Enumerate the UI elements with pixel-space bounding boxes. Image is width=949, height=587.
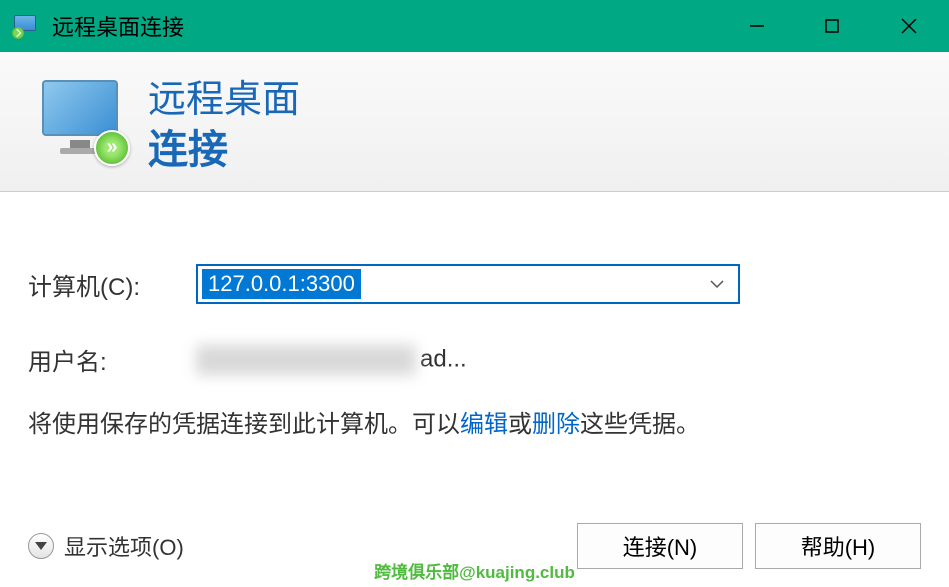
username-label: 用户名: xyxy=(28,342,196,377)
username-row: 用户名: ad... xyxy=(28,342,921,377)
header-title-line2: 连接 xyxy=(148,117,300,175)
chevron-down-circle-icon xyxy=(28,533,54,559)
maximize-button[interactable] xyxy=(794,0,869,52)
credentials-description: 将使用保存的凭据连接到此计算机。可以编辑或删除这些凭据。 xyxy=(28,407,921,443)
watermark-text: 跨境俱乐部@kuajing.club xyxy=(374,558,575,583)
window-title: 远程桌面连接 xyxy=(52,10,719,42)
edit-credentials-link[interactable]: 编辑 xyxy=(460,411,508,438)
computer-label: 计算机(C): xyxy=(28,267,196,302)
header-banner: » 远程桌面 连接 xyxy=(0,52,949,192)
computer-combobox[interactable]: 127.0.0.1:3300 xyxy=(196,264,740,304)
titlebar: 远程桌面连接 xyxy=(0,0,949,52)
help-button[interactable]: 帮助(H) xyxy=(755,523,921,569)
computer-row: 计算机(C): 127.0.0.1:3300 xyxy=(28,264,921,304)
header-title-line1: 远程桌面 xyxy=(148,68,300,123)
delete-credentials-link[interactable]: 删除 xyxy=(532,411,580,438)
content-area: 计算机(C): 127.0.0.1:3300 用户名: ad... 将使用保存的… xyxy=(0,192,949,463)
show-options-button[interactable]: 显示选项(O) xyxy=(28,530,184,562)
computer-value: 127.0.0.1:3300 xyxy=(202,269,361,299)
username-redacted xyxy=(196,345,416,375)
chevron-down-icon[interactable] xyxy=(710,276,724,292)
show-options-label: 显示选项(O) xyxy=(64,530,184,562)
username-value: ad... xyxy=(196,345,467,375)
minimize-button[interactable] xyxy=(719,0,794,52)
rdp-large-icon: » xyxy=(42,78,130,166)
rdp-icon xyxy=(14,15,40,37)
close-button[interactable] xyxy=(869,0,949,52)
connect-button[interactable]: 连接(N) xyxy=(577,523,743,569)
window-controls xyxy=(719,0,949,52)
